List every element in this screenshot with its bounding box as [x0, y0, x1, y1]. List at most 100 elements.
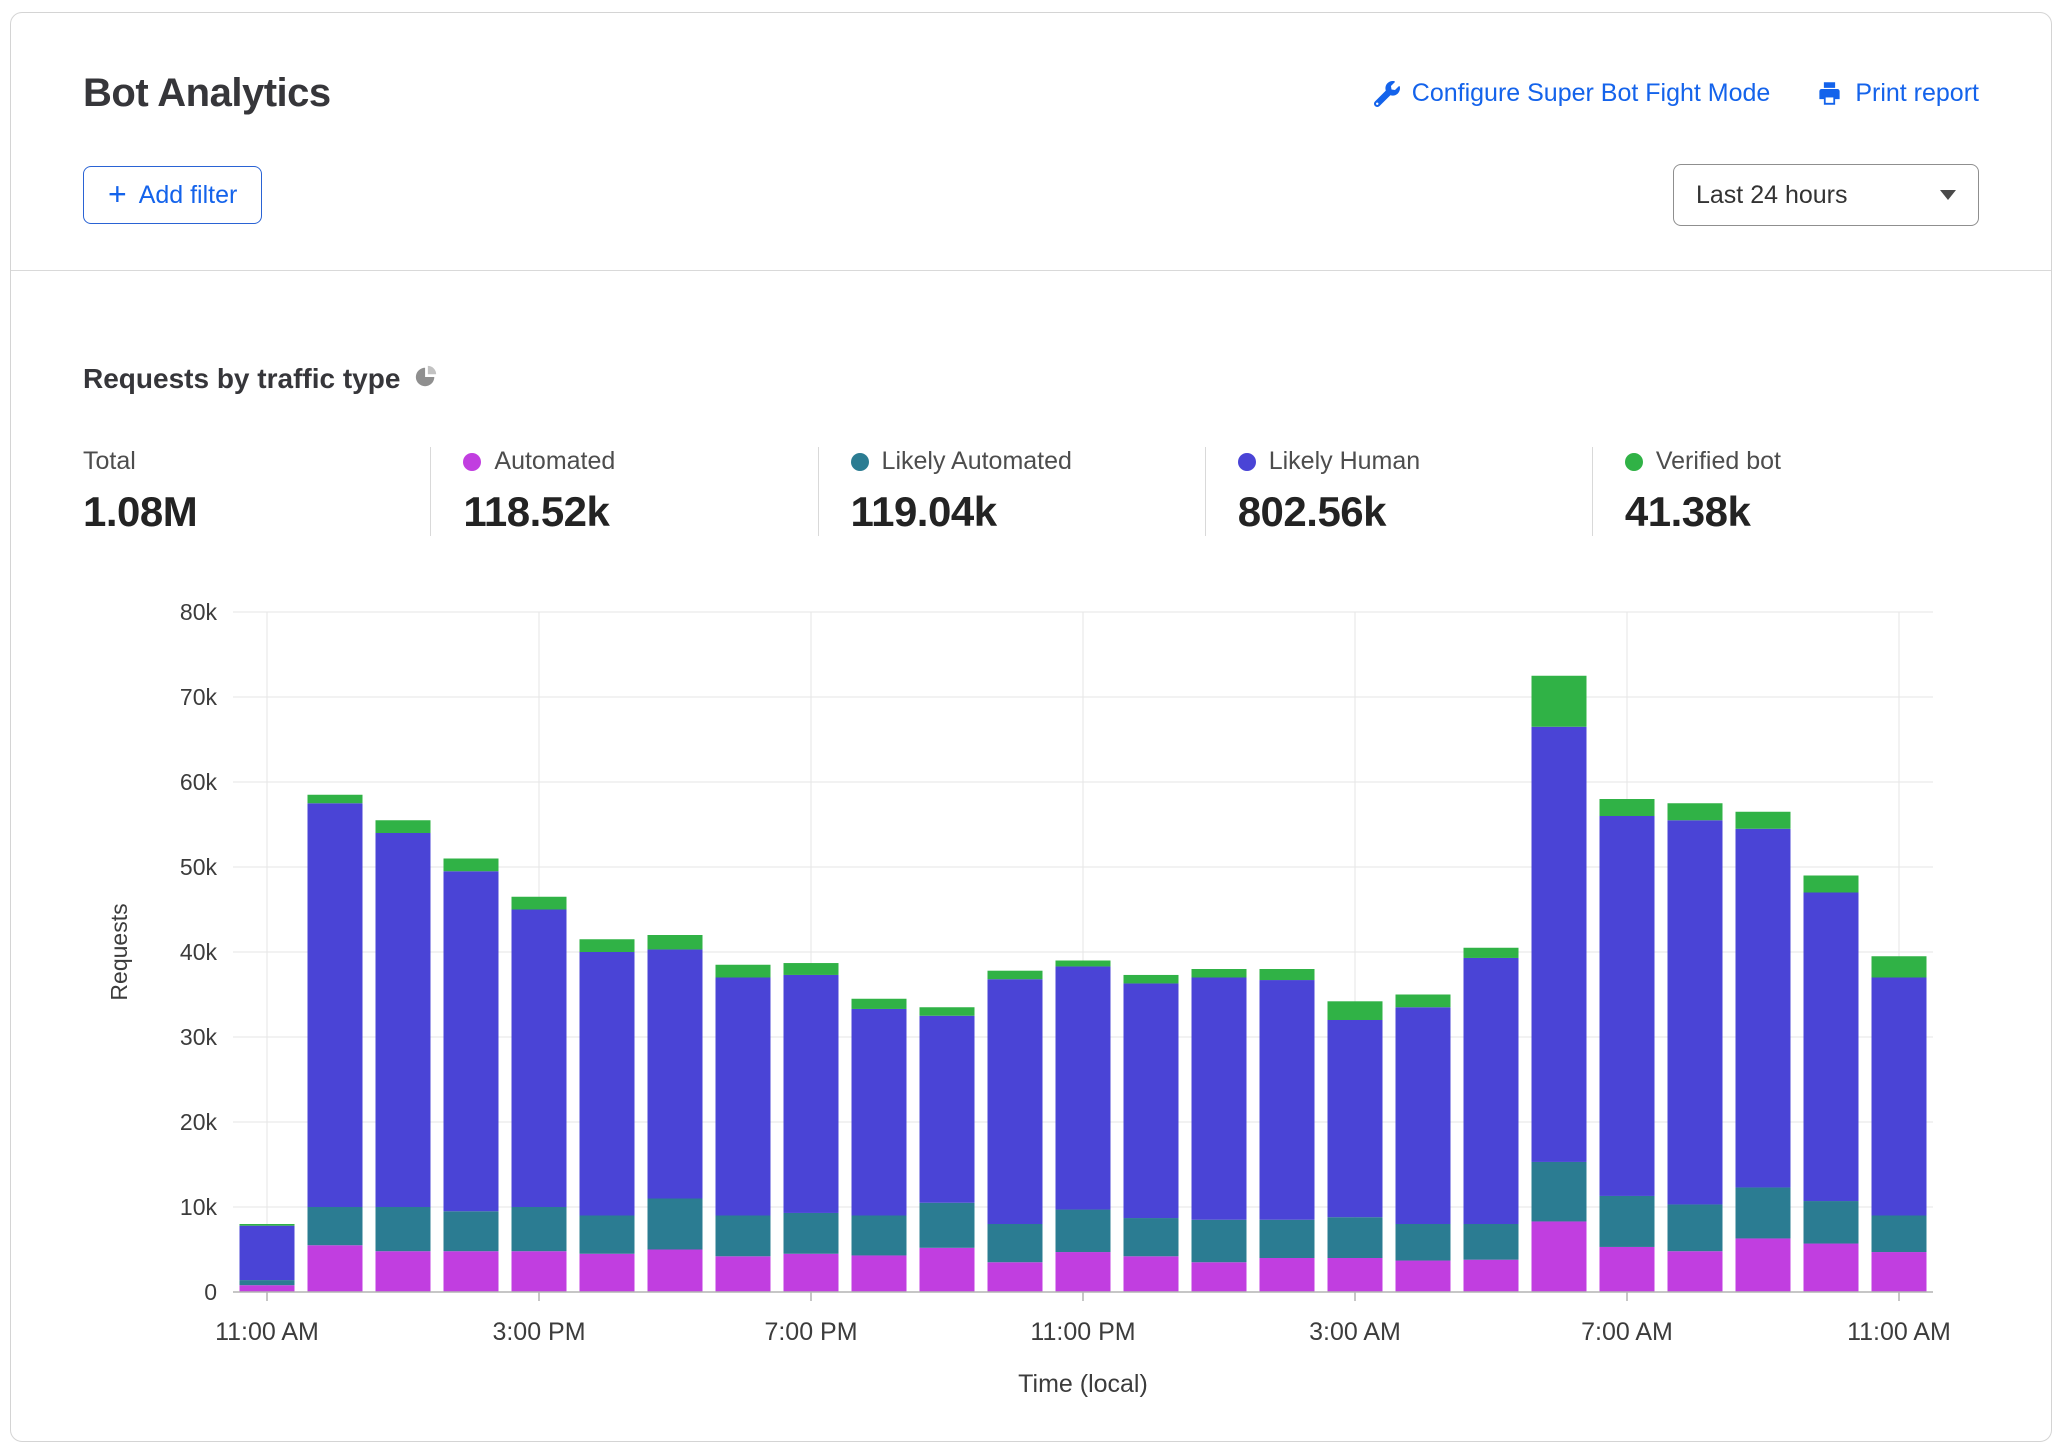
bar-segment-automated[interactable]: [240, 1285, 295, 1292]
bar-segment-likely-human[interactable]: [988, 979, 1043, 1224]
bar-segment-likely-automated[interactable]: [1396, 1224, 1451, 1261]
bar-segment-likely-automated[interactable]: [1872, 1216, 1927, 1253]
bar-segment-verified-bot[interactable]: [784, 963, 839, 975]
bar-segment-likely-human[interactable]: [1464, 958, 1519, 1224]
stat-automated[interactable]: Automated 118.52k: [430, 447, 817, 536]
bar-segment-automated[interactable]: [512, 1251, 567, 1292]
bar-segment-likely-human[interactable]: [1328, 1020, 1383, 1217]
stat-likely-human[interactable]: Likely Human 802.56k: [1205, 447, 1592, 536]
bar-segment-automated[interactable]: [1872, 1252, 1927, 1292]
bar-segment-likely-automated[interactable]: [1532, 1162, 1587, 1222]
bar-segment-likely-automated[interactable]: [1260, 1220, 1315, 1258]
bar-segment-likely-automated[interactable]: [240, 1280, 295, 1285]
bar-segment-likely-automated[interactable]: [308, 1207, 363, 1245]
bar-segment-likely-automated[interactable]: [1668, 1204, 1723, 1251]
bar-segment-verified-bot[interactable]: [512, 897, 567, 910]
bar-segment-likely-automated[interactable]: [444, 1211, 499, 1251]
bar-segment-likely-human[interactable]: [1736, 829, 1791, 1188]
bar-segment-likely-automated[interactable]: [920, 1203, 975, 1248]
bar-segment-automated[interactable]: [1056, 1252, 1111, 1292]
bar-segment-verified-bot[interactable]: [1668, 803, 1723, 820]
bar-segment-verified-bot[interactable]: [376, 820, 431, 833]
bar-segment-likely-human[interactable]: [512, 910, 567, 1208]
bar-segment-automated[interactable]: [784, 1254, 839, 1292]
bar-segment-likely-automated[interactable]: [988, 1224, 1043, 1262]
bar-segment-likely-automated[interactable]: [1328, 1217, 1383, 1258]
bar-segment-likely-human[interactable]: [1192, 978, 1247, 1220]
bar-segment-likely-human[interactable]: [1532, 727, 1587, 1162]
bar-segment-verified-bot[interactable]: [1396, 995, 1451, 1008]
bar-segment-likely-human[interactable]: [852, 1009, 907, 1216]
bar-segment-verified-bot[interactable]: [1328, 1001, 1383, 1020]
bar-segment-likely-human[interactable]: [920, 1016, 975, 1203]
bar-segment-automated[interactable]: [308, 1245, 363, 1292]
bar-segment-automated[interactable]: [852, 1255, 907, 1292]
bar-segment-automated[interactable]: [1668, 1251, 1723, 1292]
bar-segment-likely-automated[interactable]: [512, 1207, 567, 1251]
bar-segment-likely-automated[interactable]: [580, 1216, 635, 1254]
bar-segment-automated[interactable]: [1328, 1258, 1383, 1292]
bar-segment-likely-human[interactable]: [1872, 978, 1927, 1216]
configure-super-bot-fight-mode-link[interactable]: Configure Super Bot Fight Mode: [1374, 79, 1771, 108]
bar-segment-automated[interactable]: [1464, 1260, 1519, 1292]
time-range-dropdown[interactable]: Last 24 hours: [1673, 164, 1979, 226]
bar-segment-automated[interactable]: [444, 1251, 499, 1292]
bar-segment-likely-human[interactable]: [1668, 820, 1723, 1204]
bar-segment-automated[interactable]: [988, 1262, 1043, 1292]
bar-segment-likely-human[interactable]: [240, 1226, 295, 1280]
bar-segment-automated[interactable]: [1736, 1238, 1791, 1292]
bar-segment-likely-automated[interactable]: [1464, 1224, 1519, 1260]
bar-segment-automated[interactable]: [648, 1250, 703, 1293]
bar-segment-verified-bot[interactable]: [1532, 676, 1587, 727]
bar-segment-likely-human[interactable]: [1056, 966, 1111, 1209]
bar-segment-automated[interactable]: [716, 1256, 771, 1292]
bar-segment-verified-bot[interactable]: [308, 795, 363, 804]
bar-segment-likely-automated[interactable]: [376, 1207, 431, 1251]
bar-segment-likely-automated[interactable]: [1192, 1220, 1247, 1263]
bar-segment-likely-human[interactable]: [580, 952, 635, 1216]
bar-segment-likely-automated[interactable]: [1124, 1218, 1179, 1256]
bar-segment-verified-bot[interactable]: [1464, 948, 1519, 958]
bar-segment-likely-automated[interactable]: [784, 1213, 839, 1254]
bar-segment-likely-automated[interactable]: [716, 1216, 771, 1257]
bar-segment-likely-human[interactable]: [1600, 816, 1655, 1196]
add-filter-button[interactable]: + Add filter: [83, 166, 262, 224]
bar-segment-likely-human[interactable]: [1804, 893, 1859, 1202]
bar-segment-automated[interactable]: [376, 1251, 431, 1292]
bar-segment-verified-bot[interactable]: [1804, 876, 1859, 893]
bar-segment-automated[interactable]: [1192, 1262, 1247, 1292]
bar-segment-automated[interactable]: [920, 1248, 975, 1292]
bar-segment-verified-bot[interactable]: [240, 1224, 295, 1226]
stat-verified-bot[interactable]: Verified bot 41.38k: [1592, 447, 1979, 536]
bar-segment-automated[interactable]: [1532, 1221, 1587, 1292]
bar-segment-verified-bot[interactable]: [444, 859, 499, 872]
bar-segment-verified-bot[interactable]: [1056, 961, 1111, 967]
bar-segment-verified-bot[interactable]: [648, 935, 703, 949]
bar-segment-verified-bot[interactable]: [580, 939, 635, 952]
bar-segment-likely-human[interactable]: [308, 803, 363, 1207]
bar-segment-verified-bot[interactable]: [988, 971, 1043, 980]
bar-segment-verified-bot[interactable]: [1260, 969, 1315, 980]
bar-segment-verified-bot[interactable]: [1872, 956, 1927, 977]
bar-segment-likely-human[interactable]: [376, 833, 431, 1207]
bar-segment-verified-bot[interactable]: [920, 1007, 975, 1016]
bar-segment-likely-automated[interactable]: [1804, 1201, 1859, 1244]
bar-segment-verified-bot[interactable]: [1600, 799, 1655, 816]
bar-segment-likely-human[interactable]: [1396, 1007, 1451, 1224]
bar-segment-automated[interactable]: [1124, 1256, 1179, 1292]
stat-likely-automated[interactable]: Likely Automated 119.04k: [818, 447, 1205, 536]
bar-segment-likely-automated[interactable]: [852, 1216, 907, 1256]
bar-segment-likely-human[interactable]: [716, 978, 771, 1216]
bar-segment-likely-automated[interactable]: [648, 1199, 703, 1250]
bar-segment-likely-automated[interactable]: [1736, 1187, 1791, 1238]
bar-segment-likely-human[interactable]: [444, 871, 499, 1211]
bar-segment-likely-human[interactable]: [1124, 983, 1179, 1218]
bar-segment-verified-bot[interactable]: [1192, 969, 1247, 978]
bar-segment-automated[interactable]: [1600, 1247, 1655, 1292]
bar-segment-likely-automated[interactable]: [1056, 1210, 1111, 1253]
bar-segment-likely-automated[interactable]: [1600, 1196, 1655, 1247]
bar-segment-likely-human[interactable]: [648, 949, 703, 1198]
bar-segment-automated[interactable]: [1396, 1261, 1451, 1292]
bar-segment-likely-human[interactable]: [1260, 980, 1315, 1220]
bar-segment-automated[interactable]: [580, 1254, 635, 1292]
